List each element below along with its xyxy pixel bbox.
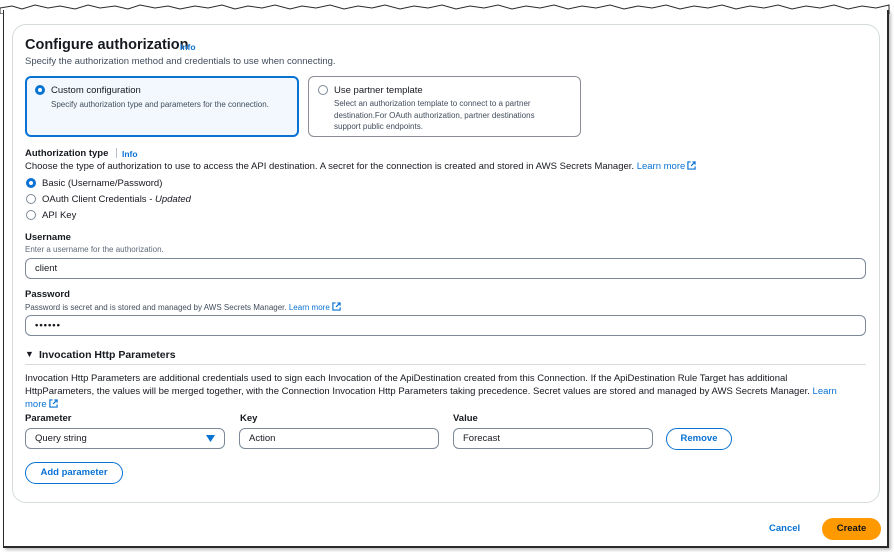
invocation-divider	[25, 364, 866, 365]
password-learn-more-link[interactable]: Learn more	[289, 302, 341, 312]
cancel-button[interactable]: Cancel	[769, 523, 800, 534]
value-input[interactable]: Forecast	[453, 428, 653, 449]
invocation-description: Invocation Http Parameters are additiona…	[25, 372, 860, 411]
username-input[interactable]: client	[25, 258, 866, 279]
create-button[interactable]: Create	[822, 518, 881, 540]
section-info-link[interactable]: Info	[180, 42, 196, 52]
tile-partner-title: Use partner template	[334, 85, 423, 96]
auth-apikey-radio[interactable]	[26, 210, 36, 220]
section-title: Configure authorization	[25, 37, 189, 53]
external-link-icon	[48, 399, 58, 408]
auth-oauth-label: OAuth Client Credentials - Updated	[42, 194, 191, 205]
auth-basic-radio[interactable]	[26, 178, 36, 188]
tile-custom-configuration[interactable]: Custom configuration Specify authorizati…	[25, 76, 299, 137]
section-description: Specify the authorization method and cre…	[25, 56, 336, 67]
tile-custom-description: Specify authorization type and parameter…	[51, 100, 269, 109]
column-key-label: Key	[240, 413, 258, 424]
password-input[interactable]: ••••••	[25, 315, 866, 336]
parameter-select[interactable]: Query string	[25, 428, 225, 449]
external-link-icon	[687, 161, 696, 170]
username-hint: Enter a username for the authorization.	[25, 245, 164, 254]
password-label: Password	[25, 289, 70, 300]
auth-type-info-link[interactable]: Info	[122, 149, 138, 159]
auth-type-learn-more-link[interactable]: Learn more	[637, 161, 697, 172]
column-value-label: Value	[453, 413, 478, 424]
external-link-icon	[332, 302, 341, 311]
remove-parameter-button[interactable]: Remove	[666, 428, 732, 450]
auth-type-label: Authorization type	[25, 148, 109, 159]
invocation-learn-link[interactable]: Learn	[813, 386, 837, 397]
tile-custom-title: Custom configuration	[51, 85, 141, 96]
tile-partner-description: Select an authorization template to conn…	[334, 99, 535, 131]
tile-partner-radio[interactable]	[318, 85, 328, 95]
username-label: Username	[25, 232, 71, 243]
invocation-section-title[interactable]: Invocation Http Parameters	[39, 349, 176, 361]
auth-oauth-radio[interactable]	[26, 194, 36, 204]
caret-down-icon	[206, 435, 215, 442]
invocation-expand-toggle-icon[interactable]: ▼	[25, 349, 34, 359]
column-parameter-label: Parameter	[25, 413, 72, 424]
auth-type-separator	[116, 148, 117, 158]
add-parameter-button[interactable]: Add parameter	[25, 462, 123, 484]
key-input[interactable]: Action	[239, 428, 439, 449]
auth-basic-label: Basic (Username/Password)	[42, 178, 163, 189]
auth-type-description: Choose the type of authorization to use …	[25, 161, 696, 172]
invocation-more-link[interactable]: more	[25, 398, 860, 411]
password-hint: Password is secret and is stored and man…	[25, 302, 341, 312]
tile-partner-template[interactable]: Use partner template Select an authoriza…	[308, 76, 581, 137]
auth-apikey-label: API Key	[42, 210, 77, 221]
tile-custom-radio[interactable]	[35, 85, 45, 95]
